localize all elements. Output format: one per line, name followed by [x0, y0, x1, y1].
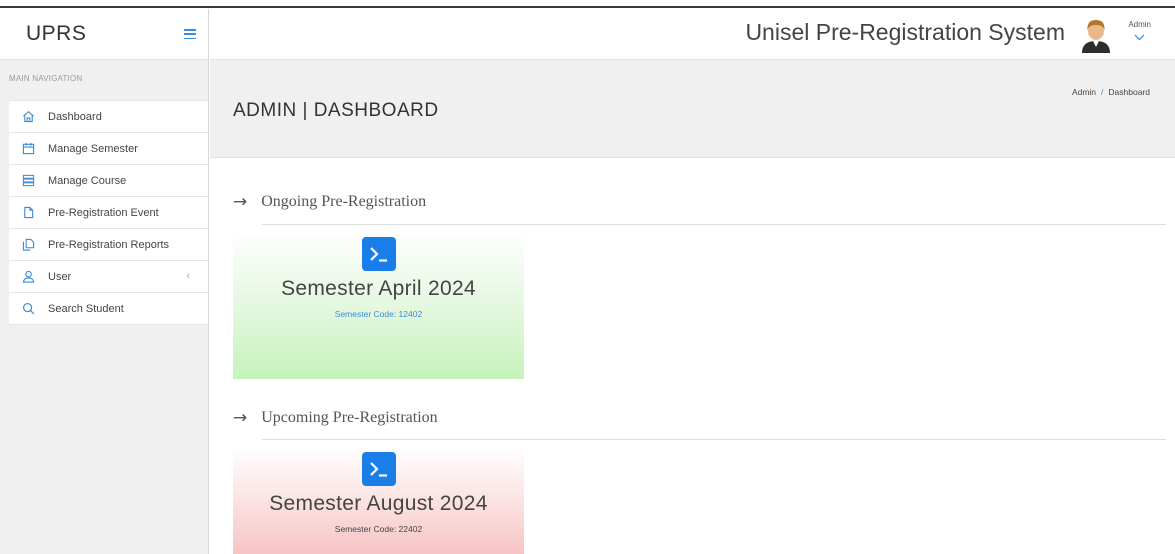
sidebar-item-label: User — [48, 270, 72, 283]
ongoing-heading-label: Ongoing Pre-Registration — [261, 193, 427, 210]
file-icon — [21, 206, 35, 220]
menu-toggle-icon[interactable] — [184, 29, 196, 39]
app-title: Unisel Pre-Registration System — [745, 19, 1065, 45]
user-icon — [21, 270, 35, 284]
section-divider — [262, 224, 1166, 225]
upcoming-heading-label: Upcoming Pre-Registration — [261, 409, 438, 426]
page-title-bar: ADMIN | DASHBOARD Admin / Dashboard — [210, 60, 1175, 158]
sidebar-item-label: Dashboard — [48, 110, 102, 123]
sidebar-item-user[interactable]: User ‹ — [9, 261, 208, 293]
sidebar-item-search-student[interactable]: Search Student — [9, 293, 208, 325]
ongoing-section-heading: → Ongoing Pre-Registration — [233, 192, 426, 212]
sidebar-item-manage-semester[interactable]: Manage Semester — [9, 133, 208, 165]
search-icon — [21, 302, 35, 316]
nav-header: MAIN NAVIGATION — [9, 74, 83, 83]
semester-code: Semester Code: 22402 — [334, 524, 423, 534]
sidebar-item-label: Manage Semester — [48, 142, 138, 155]
upcoming-section-heading: → Upcoming Pre-Registration — [233, 408, 438, 428]
sidebar-item-pre-registration-event[interactable]: Pre-Registration Event — [9, 197, 208, 229]
arrow-right-icon: → — [233, 408, 248, 428]
semester-name: Semester April 2024 — [281, 277, 476, 300]
sidebar-item-manage-course[interactable]: Manage Course — [9, 165, 208, 197]
top-header: Unisel Pre-Registration System Admin — [210, 9, 1175, 60]
sidebar-item-pre-registration-reports[interactable]: Pre-Registration Reports — [9, 229, 208, 261]
brand-bar: UPRS — [0, 9, 208, 60]
section-divider — [262, 439, 1166, 440]
breadcrumb-separator: / — [1101, 87, 1104, 97]
semester-code: Semester Code: 12402 — [334, 309, 423, 319]
chevron-left-icon[interactable]: ‹ — [186, 270, 190, 282]
breadcrumb: Admin / Dashboard — [1072, 87, 1150, 97]
sidebar: UPRS MAIN NAVIGATION Dashboard Manage Se… — [0, 9, 209, 554]
home-icon — [21, 110, 35, 124]
page-title: ADMIN | DASHBOARD — [233, 100, 439, 121]
arrow-right-icon: → — [233, 192, 248, 212]
sidebar-item-label: Pre-Registration Event — [48, 206, 159, 219]
user-avatar[interactable] — [1079, 17, 1113, 53]
chevron-down-icon[interactable] — [1134, 33, 1145, 44]
terminal-icon — [361, 452, 396, 486]
list-icon — [21, 174, 35, 188]
upcoming-semester-card[interactable]: Semester August 2024 Semester Code: 2240… — [233, 446, 524, 554]
sidebar-item-label: Manage Course — [48, 174, 127, 187]
files-icon — [21, 238, 35, 252]
terminal-icon — [361, 237, 396, 271]
sidebar-item-label: Search Student — [48, 302, 124, 315]
user-name-label[interactable]: Admin — [1128, 20, 1151, 29]
semester-name: Semester August 2024 — [269, 492, 488, 515]
calendar-icon — [21, 142, 35, 156]
nav-list: Dashboard Manage Semester Manage Course … — [9, 100, 208, 325]
sidebar-item-label: Pre-Registration Reports — [48, 238, 170, 251]
sidebar-item-dashboard[interactable]: Dashboard — [9, 101, 208, 133]
brand-title[interactable]: UPRS — [26, 22, 86, 46]
ongoing-semester-card[interactable]: Semester April 2024 Semester Code: 12402 — [233, 231, 524, 379]
window-top-border — [0, 0, 1175, 8]
breadcrumb-current: Dashboard — [1108, 87, 1150, 97]
breadcrumb-root[interactable]: Admin — [1072, 87, 1096, 97]
